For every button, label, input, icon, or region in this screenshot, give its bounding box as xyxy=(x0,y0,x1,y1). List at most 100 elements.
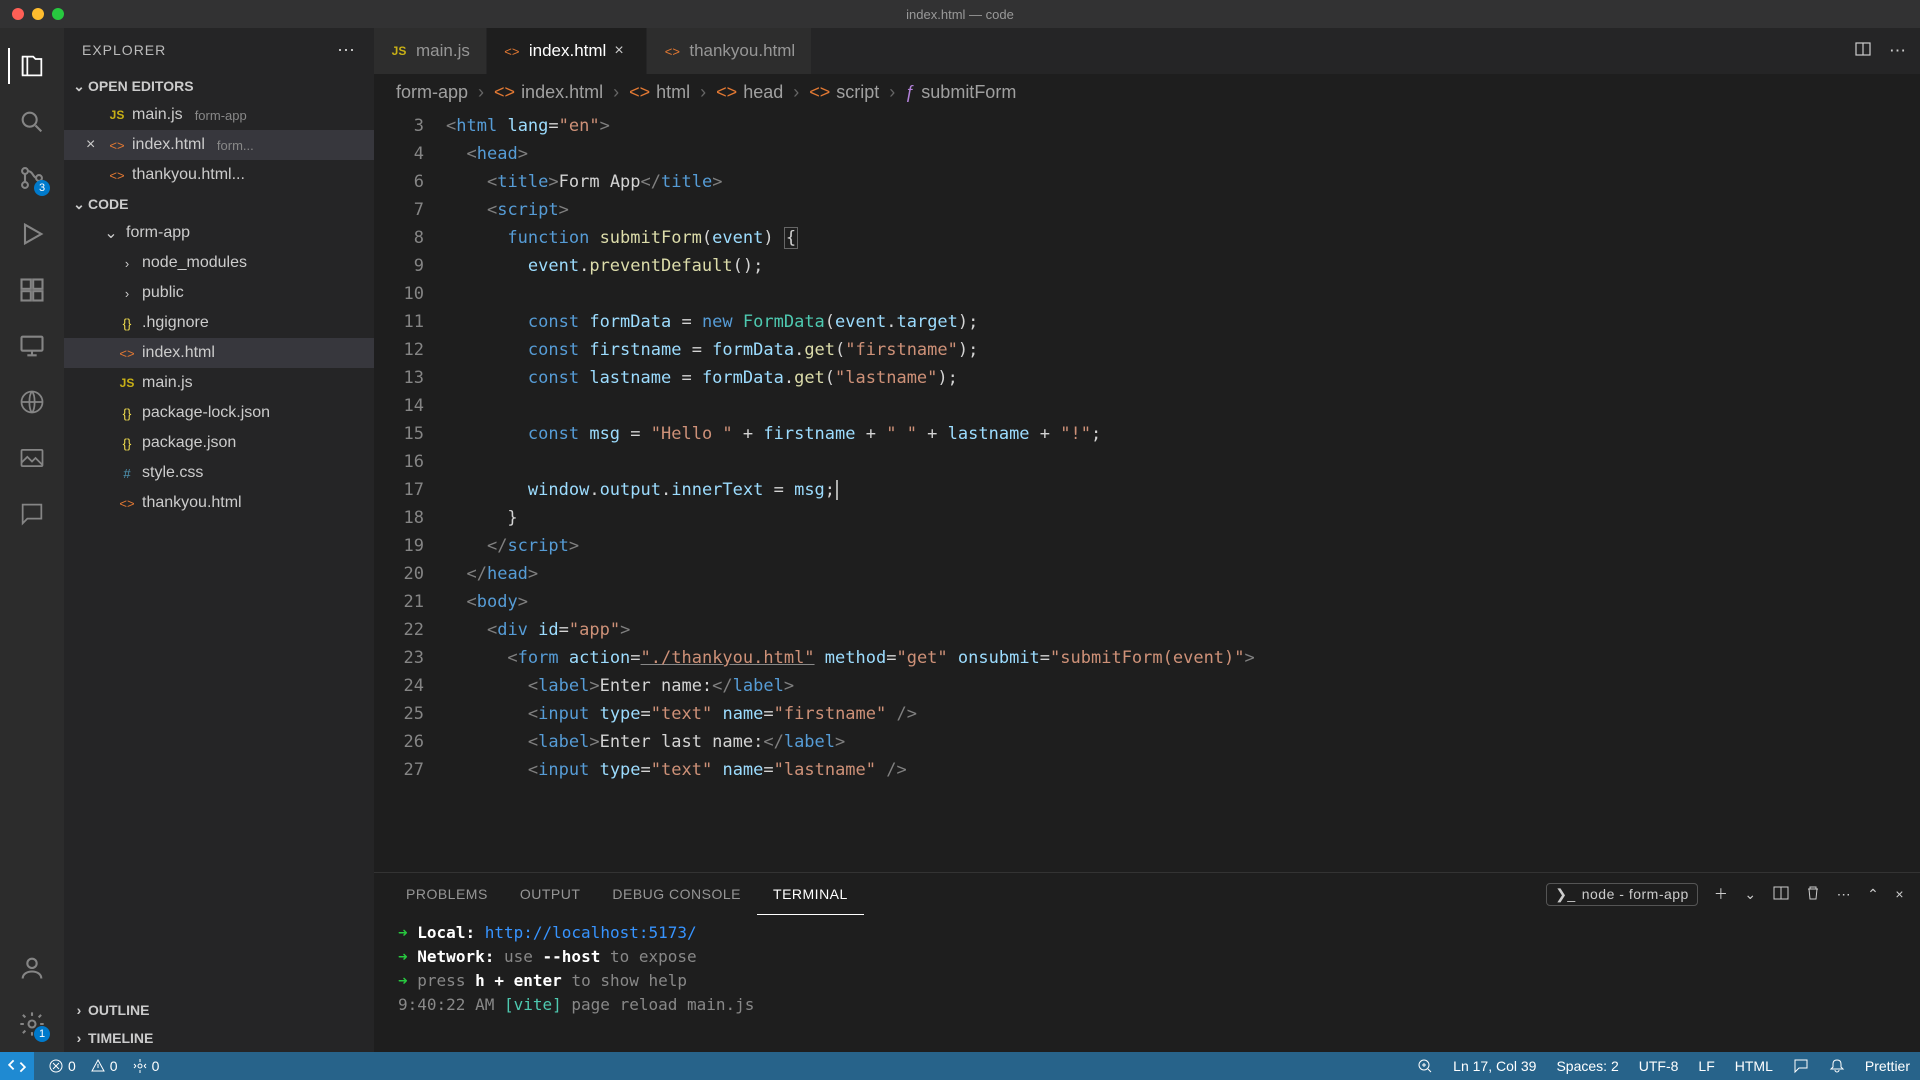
remote-explorer-icon[interactable] xyxy=(8,322,56,370)
sidebar: EXPLORER ⋯ ⌄ OPEN EDITORS JS main.js for… xyxy=(64,28,374,1052)
status-errors[interactable]: 0 xyxy=(48,1058,76,1074)
tab-indexhtml[interactable]: <> index.html × xyxy=(487,28,647,74)
file-item[interactable]: JS main.js xyxy=(64,368,374,398)
terminal-dropdown-icon[interactable]: ⌄ xyxy=(1744,886,1756,903)
breadcrumbs[interactable]: form-app› <>index.html› <>html› <>head› … xyxy=(374,74,1920,110)
panel-tab-terminal[interactable]: TERMINAL xyxy=(757,873,864,915)
chevron-right-icon: › xyxy=(118,256,136,271)
json-file-icon: {} xyxy=(118,406,136,421)
chevron-right-icon: › xyxy=(70,1002,88,1018)
new-terminal-icon[interactable]: ＋ xyxy=(1714,884,1729,904)
panel-tab-problems[interactable]: PROBLEMS xyxy=(390,873,504,915)
html-file-icon: <> xyxy=(108,168,126,183)
status-prettier[interactable]: Prettier xyxy=(1865,1058,1910,1074)
source-control-icon[interactable]: 3 xyxy=(8,154,56,202)
html-file-icon: <> xyxy=(118,346,136,361)
chevron-down-icon: ⌄ xyxy=(70,196,88,213)
terminal-process-label[interactable]: ❯_ node - form-app xyxy=(1546,883,1698,906)
sidebar-more-icon[interactable]: ⋯ xyxy=(337,40,356,61)
file-item[interactable]: <> thankyou.html xyxy=(64,488,374,518)
file-item[interactable]: <> index.html xyxy=(64,338,374,368)
titlebar: index.html — code xyxy=(0,0,1920,28)
status-eol[interactable]: LF xyxy=(1698,1058,1714,1074)
terminal-output[interactable]: ➜ Local: http://localhost:5173/ ➜ Networ… xyxy=(374,915,1920,1052)
close-window-button[interactable] xyxy=(12,8,24,20)
more-actions-icon[interactable]: ⋯ xyxy=(1889,41,1906,61)
remote-indicator[interactable] xyxy=(0,1052,34,1080)
status-ports[interactable]: 0 xyxy=(132,1058,160,1074)
close-panel-icon[interactable]: × xyxy=(1895,886,1904,902)
html-file-icon: <> xyxy=(108,138,126,153)
chat-icon[interactable] xyxy=(8,490,56,538)
run-debug-icon[interactable] xyxy=(8,210,56,258)
tag-icon: <> xyxy=(809,82,830,103)
js-file-icon: JS xyxy=(390,44,408,58)
css-file-icon: # xyxy=(118,466,136,481)
code-content[interactable]: <html lang="en"> <head> <title>Form App<… xyxy=(446,110,1920,872)
close-tab-icon[interactable]: × xyxy=(614,42,630,60)
file-item[interactable]: {} .hgignore xyxy=(64,308,374,338)
tab-thankyouhtml[interactable]: <> thankyou.html xyxy=(647,28,812,74)
js-file-icon: JS xyxy=(118,376,136,390)
window-title: index.html — code xyxy=(906,7,1014,22)
open-editors-section[interactable]: ⌄ OPEN EDITORS xyxy=(64,72,374,100)
html-file-icon: <> xyxy=(494,82,515,103)
panel-tab-debug[interactable]: DEBUG CONSOLE xyxy=(596,873,757,915)
open-editor-item[interactable]: <> thankyou.html... xyxy=(64,160,374,190)
open-editor-item[interactable]: × <> index.html form... xyxy=(64,130,374,160)
chevron-right-icon: › xyxy=(118,286,136,301)
html-file-icon: <> xyxy=(118,496,136,511)
status-bar: 0 0 0 Ln 17, Col 39 Spaces: 2 UTF-8 LF H… xyxy=(0,1052,1920,1080)
split-editor-icon[interactable] xyxy=(1855,41,1871,62)
account-icon[interactable] xyxy=(8,944,56,992)
chevron-right-icon: › xyxy=(70,1030,88,1046)
js-file-icon: JS xyxy=(108,108,126,122)
status-language[interactable]: HTML xyxy=(1735,1058,1773,1074)
file-item[interactable]: # style.css xyxy=(64,458,374,488)
chevron-down-icon: ⌄ xyxy=(102,223,120,243)
workspace-section[interactable]: ⌄ CODE xyxy=(64,190,374,218)
folder-item[interactable]: › node_modules xyxy=(64,248,374,278)
function-icon: ƒ xyxy=(905,82,915,103)
html-file-icon: <> xyxy=(503,44,521,59)
panel-tab-output[interactable]: OUTPUT xyxy=(504,873,597,915)
image-icon[interactable] xyxy=(8,434,56,482)
extensions-icon[interactable] xyxy=(8,266,56,314)
status-feedback-icon[interactable] xyxy=(1793,1058,1809,1074)
timeline-section[interactable]: › TIMELINE xyxy=(64,1024,374,1052)
search-icon[interactable] xyxy=(8,98,56,146)
tag-icon: <> xyxy=(716,82,737,103)
kill-terminal-icon[interactable] xyxy=(1805,885,1821,904)
maximize-panel-icon[interactable]: ⌃ xyxy=(1867,886,1879,903)
editor-tabs: JS main.js <> index.html × <> thankyou.h… xyxy=(374,28,1920,74)
window-controls xyxy=(0,8,64,20)
html-file-icon: <> xyxy=(663,44,681,59)
maximize-window-button[interactable] xyxy=(52,8,64,20)
folder-item[interactable]: › public xyxy=(64,278,374,308)
tag-icon: <> xyxy=(629,82,650,103)
status-line-col[interactable]: Ln 17, Col 39 xyxy=(1453,1058,1536,1074)
status-spaces[interactable]: Spaces: 2 xyxy=(1556,1058,1618,1074)
bottom-panel: PROBLEMS OUTPUT DEBUG CONSOLE TERMINAL ❯… xyxy=(374,872,1920,1052)
split-terminal-icon[interactable] xyxy=(1773,885,1789,904)
status-warnings[interactable]: 0 xyxy=(90,1058,118,1074)
outline-section[interactable]: › OUTLINE xyxy=(64,996,374,1024)
file-item[interactable]: {} package-lock.json xyxy=(64,398,374,428)
open-editor-item[interactable]: JS main.js form-app xyxy=(64,100,374,130)
minimize-window-button[interactable] xyxy=(32,8,44,20)
settings-badge: 1 xyxy=(34,1026,50,1042)
file-item[interactable]: {} package.json xyxy=(64,428,374,458)
status-notifications-icon[interactable] xyxy=(1829,1058,1845,1074)
explorer-icon[interactable] xyxy=(8,42,56,90)
status-zoom-icon[interactable] xyxy=(1417,1058,1433,1074)
settings-gear-icon[interactable]: 1 xyxy=(8,1000,56,1048)
tab-mainjs[interactable]: JS main.js xyxy=(374,28,487,74)
status-encoding[interactable]: UTF-8 xyxy=(1639,1058,1679,1074)
line-number-gutter: 3467891011121314151617181920212223242526… xyxy=(374,110,446,872)
code-editor[interactable]: 3467891011121314151617181920212223242526… xyxy=(374,110,1920,872)
chevron-down-icon: ⌄ xyxy=(70,78,88,95)
close-icon[interactable]: × xyxy=(86,136,102,154)
folder-item[interactable]: ⌄ form-app xyxy=(64,218,374,248)
more-panel-icon[interactable]: ⋯ xyxy=(1837,886,1852,903)
browser-icon[interactable] xyxy=(8,378,56,426)
